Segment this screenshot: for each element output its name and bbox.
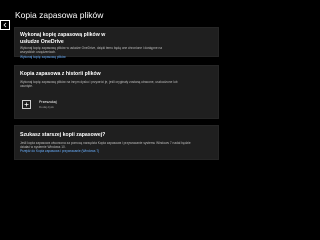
add-drive-text: Przeszukaj Dodaj dysk <box>39 100 57 108</box>
add-drive-sublabel: Dodaj dysk <box>39 104 54 109</box>
older-backup-heading: Szukasz starszej kopii zapasowej? <box>20 132 106 138</box>
file-history-description: Wykonaj kopię zapasową plików na innym d… <box>20 79 178 88</box>
back-button[interactable] <box>0 20 10 30</box>
onedrive-backup-link[interactable]: Wykonaj kopię zapasową plików <box>20 55 213 59</box>
older-backup-description: Jeśli kopia zapasowa utworzona za pomocą… <box>20 140 191 149</box>
windows7-backup-link[interactable]: Przejdź do Kopia zapasowa i przywracanie… <box>20 149 213 153</box>
onedrive-description: Wykonaj kopię zapasową plików w usłudze … <box>20 46 163 55</box>
onedrive-heading: Wykonaj kopię zapasową plików w usłudze … <box>20 32 106 45</box>
file-history-heading: Kopia zapasowa z historii plików <box>20 71 101 77</box>
file-history-card: Kopia zapasowa z historii plików Wykonaj… <box>14 65 219 119</box>
onedrive-backup-card: Wykonaj kopię zapasową plików w usłudze … <box>14 27 219 59</box>
add-drive-button[interactable]: Przeszukaj Dodaj dysk <box>20 100 213 110</box>
nav-rail <box>0 0 12 240</box>
page-title: Kopia zapasowa plików <box>15 10 104 20</box>
back-arrow-icon <box>2 22 8 28</box>
main-content: Kopia zapasowa plików Wykonaj kopię zapa… <box>14 10 234 160</box>
plus-icon <box>22 100 31 110</box>
older-backup-card: Szukasz starszej kopii zapasowej? Jeśli … <box>14 125 219 160</box>
settings-window: Kopia zapasowa plików Wykonaj kopię zapa… <box>0 0 240 240</box>
